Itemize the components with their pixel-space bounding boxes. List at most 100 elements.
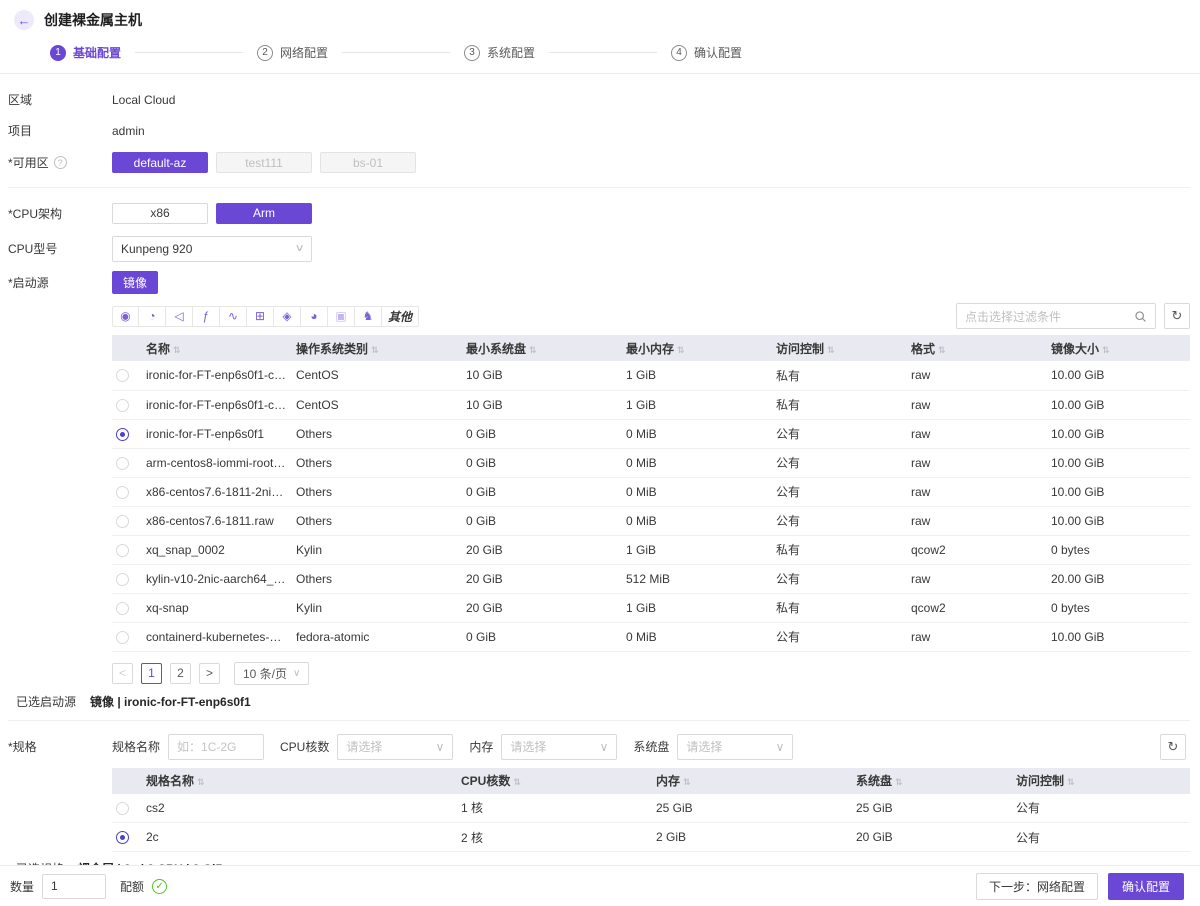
system-disk-select[interactable]: 请选择∨ bbox=[677, 734, 793, 760]
table-row[interactable]: 2c2 核2 GiB20 GiB公有 bbox=[112, 823, 1190, 852]
az-option-default-az[interactable]: default-az bbox=[112, 152, 208, 173]
image-radio[interactable] bbox=[116, 369, 129, 382]
column-header: 最小系统盘⇅ bbox=[462, 335, 622, 361]
os-type-cell: Others bbox=[292, 477, 462, 506]
column-title: 操作系统类别 bbox=[296, 342, 368, 356]
prev-page-button[interactable]: < bbox=[112, 663, 133, 684]
image-radio[interactable] bbox=[116, 573, 129, 586]
format-cell: raw bbox=[907, 506, 1047, 535]
flavor-radio[interactable] bbox=[116, 802, 129, 815]
image-radio[interactable] bbox=[116, 399, 129, 412]
sort-icon[interactable]: ⇅ bbox=[173, 345, 181, 355]
step-number: 2 bbox=[257, 45, 273, 61]
count-input[interactable] bbox=[42, 874, 106, 899]
kylin-icon[interactable]: ♞ bbox=[355, 306, 382, 327]
step-4[interactable]: 4确认配置 bbox=[671, 44, 742, 61]
sort-icon[interactable]: ⇅ bbox=[827, 345, 835, 355]
table-row[interactable]: x86-centos7.6-1811-2nic.ttyS1.cl...Other… bbox=[112, 477, 1190, 506]
image-radio[interactable] bbox=[116, 428, 129, 441]
arch-option-x86[interactable]: x86 bbox=[112, 203, 208, 224]
table-row[interactable]: xq-snapKylin20 GiB1 GiB私有qcow20 bytes bbox=[112, 593, 1190, 622]
access-control-cell: 私有 bbox=[772, 361, 907, 390]
cpu-model-value: Kunpeng 920 bbox=[121, 242, 192, 256]
cpu-count-select[interactable]: 请选择∨ bbox=[337, 734, 453, 760]
sort-icon[interactable]: ⇅ bbox=[938, 345, 946, 355]
flavor-name-input[interactable] bbox=[168, 734, 264, 760]
image-radio[interactable] bbox=[116, 544, 129, 557]
image-size-cell: 10.00 GiB bbox=[1047, 419, 1190, 448]
ubuntu-icon[interactable]: ◈ bbox=[274, 306, 301, 327]
sort-icon[interactable]: ⇅ bbox=[513, 777, 521, 787]
sort-icon[interactable]: ⇅ bbox=[1067, 777, 1075, 787]
image-radio[interactable] bbox=[116, 457, 129, 470]
debian-icon[interactable]: ◔ bbox=[139, 306, 166, 327]
sort-icon[interactable]: ⇅ bbox=[197, 777, 205, 787]
page-button-2[interactable]: 2 bbox=[170, 663, 191, 684]
tux-linux-icon[interactable]: ◕ bbox=[301, 306, 328, 327]
vm-image-icon[interactable]: ▣ bbox=[328, 306, 355, 327]
chevron-down-icon: ∨ bbox=[600, 740, 609, 754]
centos-icon[interactable]: ◉ bbox=[112, 306, 139, 327]
column-header: 镜像大小⇅ bbox=[1047, 335, 1190, 361]
sort-icon[interactable]: ⇅ bbox=[683, 777, 691, 787]
image-radio[interactable] bbox=[116, 602, 129, 615]
image-name-cell: x86-centos7.6-1811.raw bbox=[142, 506, 292, 535]
table-row[interactable]: xq_snap_0002Kylin20 GiB1 GiB私有qcow20 byt… bbox=[112, 535, 1190, 564]
image-name-cell: ironic-for-FT-enp6s0f1-cloud-init-... bbox=[142, 361, 292, 390]
step-3[interactable]: 3系统配置 bbox=[464, 44, 535, 61]
table-row[interactable]: kylin-v10-2nic-aarch64_tools-wit...Other… bbox=[112, 564, 1190, 593]
image-filter-input[interactable]: 点击选择过滤条件 bbox=[956, 303, 1156, 329]
step-2[interactable]: 2网络配置 bbox=[257, 44, 328, 61]
page-button-1[interactable]: 1 bbox=[141, 663, 162, 684]
image-name-cell: x86-centos7.6-1811-2nic.ttyS1.cl... bbox=[142, 477, 292, 506]
fedora-icon[interactable]: ƒ bbox=[193, 306, 220, 327]
refresh-flavors-button[interactable]: ↻ bbox=[1160, 734, 1186, 760]
arch-option-Arm[interactable]: Arm bbox=[216, 203, 312, 224]
back-arrow-icon[interactable]: ← bbox=[14, 10, 34, 30]
table-row[interactable]: ironic-for-FT-enp6s0f1Others0 GiB0 MiB公有… bbox=[112, 419, 1190, 448]
table-row[interactable]: ironic-for-FT-enp6s0f1-cloud-init-...Cen… bbox=[112, 361, 1190, 390]
az-label: *可用区 bbox=[8, 154, 49, 171]
section-divider bbox=[8, 187, 1190, 188]
az-option-bs-01[interactable]: bs-01 bbox=[320, 152, 416, 173]
cpu-count-label: CPU核数 bbox=[280, 738, 329, 755]
cpu-model-label: CPU型号 bbox=[8, 240, 112, 257]
sort-icon[interactable]: ⇅ bbox=[895, 777, 903, 787]
sort-icon[interactable]: ⇅ bbox=[677, 345, 685, 355]
image-radio[interactable] bbox=[116, 515, 129, 528]
table-row[interactable]: cs21 核25 GiB25 GiB公有 bbox=[112, 794, 1190, 823]
system-disk-cell: 20 GiB bbox=[852, 823, 1012, 852]
access-control-cell: 公有 bbox=[772, 506, 907, 535]
table-row[interactable]: ironic-for-FT-enp6s0f1-cloud-initCentOS1… bbox=[112, 390, 1190, 419]
confirm-config-button[interactable]: 确认配置 bbox=[1108, 873, 1184, 900]
suse-gecko-icon[interactable]: ∿ bbox=[220, 306, 247, 327]
memory-cell: 2 GiB bbox=[652, 823, 852, 852]
flavor-radio[interactable] bbox=[116, 831, 129, 844]
windows-icon[interactable]: ⊞ bbox=[247, 306, 274, 327]
sort-icon[interactable]: ⇅ bbox=[529, 345, 537, 355]
opensuse-flag-icon[interactable]: ◁ bbox=[166, 306, 193, 327]
image-radio[interactable] bbox=[116, 631, 129, 644]
cpu-model-select[interactable]: Kunpeng 920 ∨ bbox=[112, 236, 312, 262]
sort-icon[interactable]: ⇅ bbox=[371, 345, 379, 355]
sort-icon[interactable]: ⇅ bbox=[1102, 345, 1110, 355]
step-1[interactable]: 1基础配置 bbox=[50, 44, 121, 61]
help-icon[interactable]: ? bbox=[54, 156, 67, 169]
table-row[interactable]: x86-centos7.6-1811.rawOthers0 GiB0 MiB公有… bbox=[112, 506, 1190, 535]
access-control-cell: 公有 bbox=[772, 477, 907, 506]
image-radio[interactable] bbox=[116, 486, 129, 499]
chevron-down-icon: ∨ bbox=[294, 243, 304, 254]
memory-label: 内存 bbox=[469, 738, 493, 755]
az-option-test111[interactable]: test111 bbox=[216, 152, 312, 173]
os-other-button[interactable]: 其他 bbox=[382, 306, 419, 327]
page-size-select[interactable]: 10 条/页 ∨ bbox=[234, 662, 309, 685]
refresh-images-button[interactable]: ↻ bbox=[1164, 303, 1190, 329]
table-row[interactable]: containerd-kubernetes-node-ima...fedora-… bbox=[112, 622, 1190, 651]
access-control-cell: 公有 bbox=[772, 564, 907, 593]
next-page-button[interactable]: > bbox=[199, 663, 220, 684]
cpu-arch-row: *CPU架构 x86Arm bbox=[8, 196, 1190, 230]
memory-select[interactable]: 请选择∨ bbox=[501, 734, 617, 760]
next-step-button[interactable]: 下一步：网络配置 bbox=[976, 873, 1098, 900]
image-source-button[interactable]: 镜像 bbox=[112, 271, 158, 294]
table-row[interactable]: arm-centos8-iommi-root_Admin123Others0 G… bbox=[112, 448, 1190, 477]
